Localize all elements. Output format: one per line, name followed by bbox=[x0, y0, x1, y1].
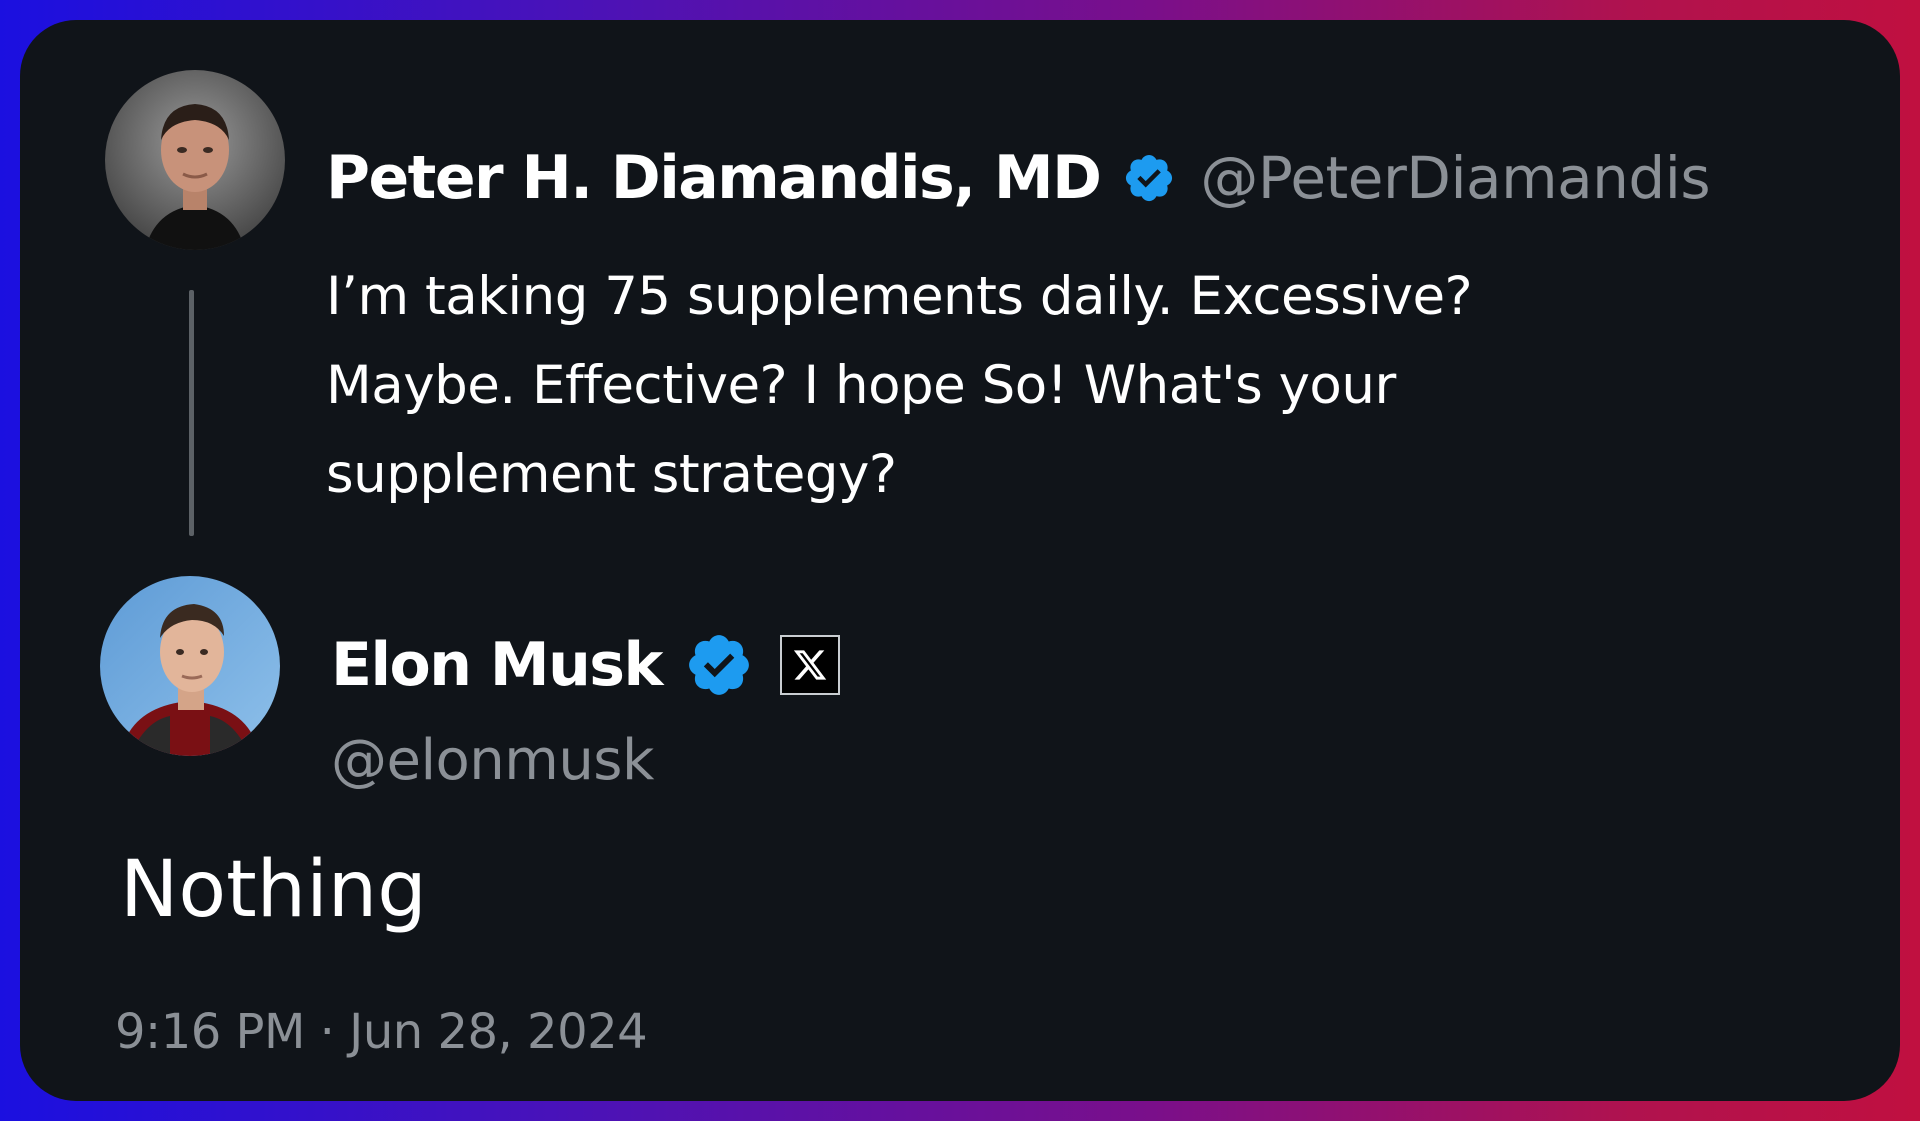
author-handle[interactable]: @elonmusk bbox=[331, 728, 654, 793]
reply-author-row: Elon Musk bbox=[331, 625, 840, 705]
verified-badge-icon bbox=[1122, 151, 1176, 205]
avatar-peter-diamandis[interactable] bbox=[105, 70, 285, 250]
tweet-timestamp[interactable]: 9:16 PM · Jun 28, 2024 bbox=[115, 992, 648, 1072]
thread-connector-line bbox=[189, 290, 194, 536]
author-handle[interactable]: @PeterDiamandis bbox=[1200, 144, 1710, 212]
original-tweet-text: I’m taking 75 supplements daily. Excessi… bbox=[326, 266, 1473, 505]
avatar-elon-musk[interactable] bbox=[100, 576, 280, 756]
reply-tweet-text: Nothing bbox=[120, 845, 427, 935]
author-name[interactable]: Elon Musk bbox=[331, 630, 663, 700]
author-name[interactable]: Peter H. Diamandis, MD bbox=[326, 143, 1102, 213]
original-author-row: Peter H. Diamandis, MD @PeterDiamandis bbox=[326, 138, 1711, 218]
avatar-image bbox=[100, 576, 280, 756]
verified-badge-icon bbox=[684, 630, 754, 700]
avatar-image bbox=[105, 70, 285, 250]
x-logo-icon[interactable] bbox=[779, 635, 840, 695]
tweet-card: Peter H. Diamandis, MD @PeterDiamandis I… bbox=[20, 20, 1900, 1101]
